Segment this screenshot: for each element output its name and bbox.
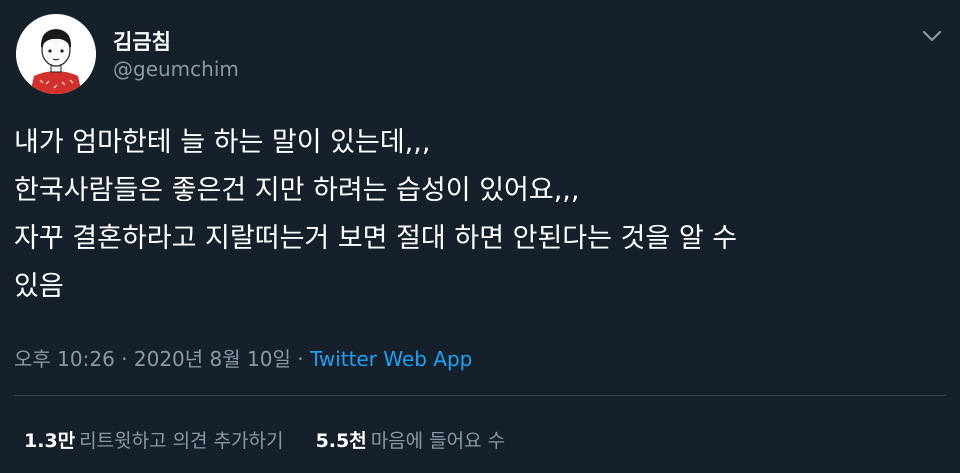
retweets-count: 1.3만 (24, 430, 76, 452)
tweet-source-link[interactable]: Twitter Web App (310, 347, 472, 371)
tweet-date[interactable]: 2020년 8월 10일 (134, 347, 291, 371)
chevron-down-icon[interactable] (918, 24, 946, 48)
avatar-illustration (16, 14, 96, 94)
tweet-card: 김금침 @geumchim 내가 엄마한테 늘 하는 말이 있는데,,, 한국사… (0, 0, 960, 473)
tweet-stats: 1.3만 리트윗하고 의견 추가하기 5.5천 마음에 들어요 수 (24, 426, 531, 453)
meta-separator: · (121, 347, 128, 371)
tweet-text-line: 내가 엄마한테 늘 하는 말이 있는데,,, (14, 127, 431, 158)
likes-count: 5.5천 (315, 430, 367, 452)
likes-label: 마음에 들어요 수 (370, 430, 506, 452)
likes-stat[interactable]: 5.5천 마음에 들어요 수 (316, 426, 506, 453)
tweet-meta: 오후 10:26 · 2020년 8월 10일 · Twitter Web Ap… (14, 343, 472, 372)
tweet-text-line: 자꾸 결혼하라고 지랄떠는거 보면 절대 하면 안된다는 것을 알 수 (14, 223, 738, 254)
divider (14, 395, 946, 396)
tweet-text-line: 한국사람들은 좋은건 지만 하려는 습성이 있어요,,, (14, 175, 580, 206)
meta-separator: · (297, 347, 304, 371)
tweet-text-line: 있음 (14, 271, 64, 302)
author-display-name[interactable]: 김금침 (113, 26, 171, 56)
author-handle[interactable]: @geumchim (113, 57, 239, 81)
retweets-stat[interactable]: 1.3만 리트윗하고 의견 추가하기 (24, 426, 284, 453)
tweet-time[interactable]: 오후 10:26 (14, 347, 115, 371)
retweets-label: 리트윗하고 의견 추가하기 (79, 430, 284, 452)
tweet-text: 내가 엄마한테 늘 하는 말이 있는데,,, 한국사람들은 좋은건 지만 하려는… (14, 119, 944, 311)
avatar[interactable] (16, 14, 96, 94)
